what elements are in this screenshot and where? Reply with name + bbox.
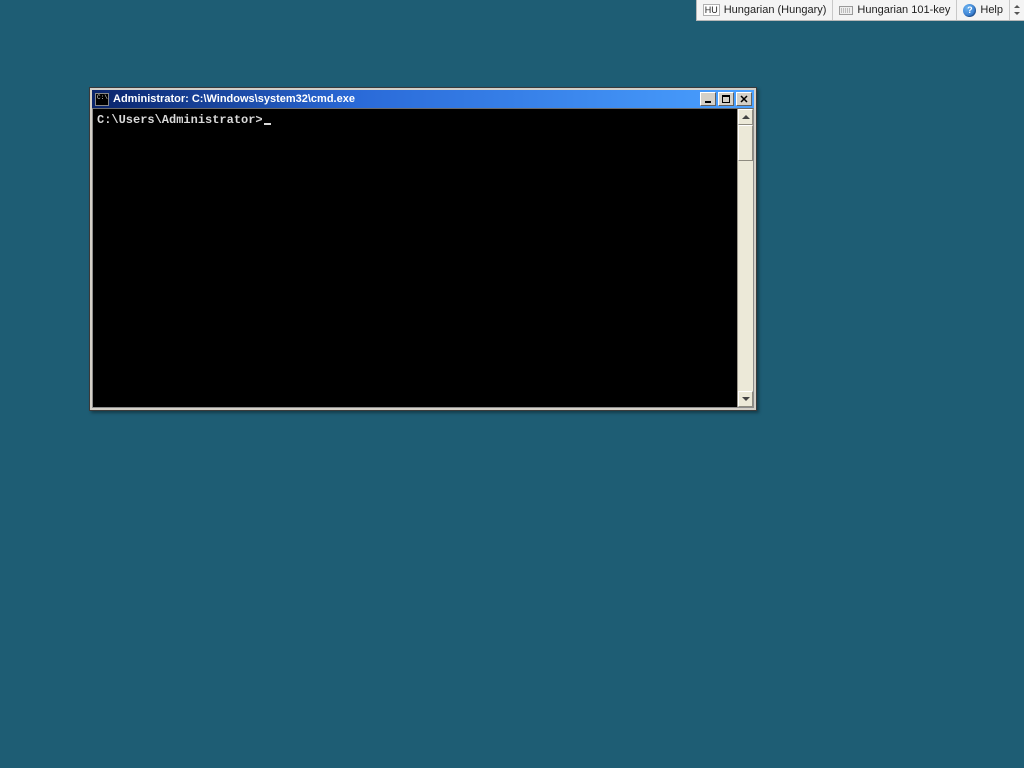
close-icon (740, 95, 748, 103)
scroll-up-button[interactable] (738, 109, 753, 125)
window-controls (700, 92, 754, 106)
cmd-window: Administrator: C:\Windows\system32\cmd.e… (89, 87, 757, 411)
cmd-prompt: C:\Users\Administrator> (97, 113, 263, 127)
help-icon: ? (963, 4, 976, 17)
help-label: Help (980, 4, 1003, 16)
maximize-button[interactable] (718, 92, 734, 106)
scrollbar-thumb[interactable] (738, 125, 753, 161)
language-button[interactable]: HU Hungarian (Hungary) (697, 0, 834, 20)
triangle-down-icon (742, 397, 750, 401)
toolbar-options-button[interactable] (1010, 0, 1024, 20)
scrollbar-track[interactable] (738, 125, 753, 391)
maximize-icon (722, 95, 730, 103)
window-title: Administrator: C:\Windows\system32\cmd.e… (113, 93, 700, 105)
minimize-button[interactable] (700, 92, 716, 106)
language-toolbar: HU Hungarian (Hungary) Hungarian 101-key… (696, 0, 1024, 21)
language-label: Hungarian (Hungary) (724, 4, 827, 16)
chevron-up-icon (1014, 5, 1020, 8)
keyboard-label: Hungarian 101-key (857, 4, 950, 16)
text-cursor (264, 123, 271, 125)
help-button[interactable]: ? Help (957, 0, 1010, 20)
chevron-down-icon (1014, 12, 1020, 15)
triangle-up-icon (742, 115, 750, 119)
cmd-output[interactable]: C:\Users\Administrator> (93, 109, 737, 407)
keyboard-layout-button[interactable]: Hungarian 101-key (833, 0, 957, 20)
titlebar[interactable]: Administrator: C:\Windows\system32\cmd.e… (92, 90, 754, 108)
minimize-icon (704, 95, 712, 103)
cmd-icon (95, 93, 109, 106)
scroll-down-button[interactable] (738, 391, 753, 407)
language-code-badge: HU (703, 4, 720, 16)
cmd-client-area: C:\Users\Administrator> (92, 108, 754, 408)
vertical-scrollbar (737, 109, 753, 407)
close-button[interactable] (736, 92, 752, 106)
keyboard-icon (839, 6, 853, 15)
